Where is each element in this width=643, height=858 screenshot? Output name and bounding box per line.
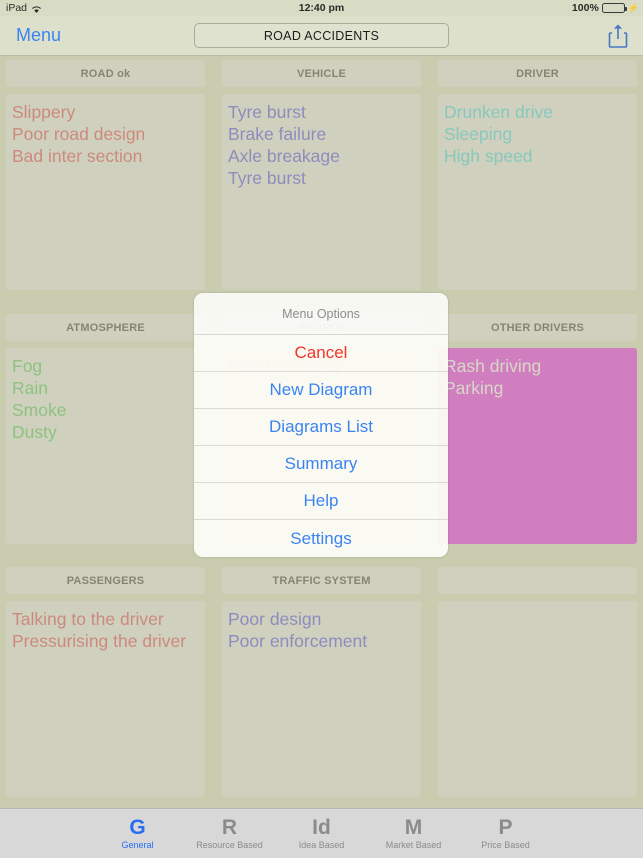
card-item: Slippery: [12, 102, 76, 122]
card-item: Parking: [444, 378, 504, 398]
action-sheet-item-summary[interactable]: Summary: [194, 446, 448, 483]
card-item: Poor enforcement: [228, 631, 368, 651]
card-item: Rain: [12, 378, 48, 398]
battery-percent: 100%: [571, 2, 599, 14]
status-bar-time: 12:40 pm: [298, 2, 345, 14]
card-item: Fog: [12, 356, 43, 376]
card-item: Smoke: [12, 400, 67, 420]
card-item: Talking to the driver: [12, 609, 164, 629]
action-sheet-item-diagrams-list[interactable]: Diagrams List: [194, 409, 448, 446]
tab-label: Idea Based: [298, 840, 345, 850]
card-item: Dusty: [12, 422, 57, 442]
card-title: DRIVER: [438, 60, 637, 87]
card-other-drivers[interactable]: OTHER DRIVERS Rash driving Parking: [438, 314, 637, 544]
nav-bar: Menu ROAD ACCIDENTS: [0, 16, 643, 56]
page-title[interactable]: ROAD ACCIDENTS: [194, 23, 449, 48]
tab-bar: G General R Resource Based Id Idea Based…: [0, 808, 643, 858]
status-bar: iPad 12:40 pm 100% ⚡: [0, 0, 643, 16]
tab-glyph: R: [221, 816, 238, 839]
tab-label: Price Based: [481, 840, 530, 850]
tab-resource-based[interactable]: R Resource Based: [184, 809, 276, 858]
card-item: Bad inter section: [12, 146, 143, 166]
card-body[interactable]: [438, 601, 637, 797]
tab-label: Market Based: [385, 840, 442, 850]
tab-market-based[interactable]: M Market Based: [368, 809, 460, 858]
card-item: Tyre burst: [228, 102, 306, 122]
card-title: ROAD ok: [6, 60, 205, 87]
action-sheet-item-cancel[interactable]: Cancel: [194, 335, 448, 372]
card-item: Brake failure: [228, 124, 327, 144]
card-body[interactable]: Drunken drive Sleeping High speed: [438, 94, 637, 290]
tab-glyph: M: [404, 816, 423, 839]
card-body[interactable]: Fog Rain Smoke Dusty: [6, 348, 205, 544]
tab-label: General: [121, 840, 154, 850]
tab-general[interactable]: G General: [92, 809, 184, 858]
app-root: iPad 12:40 pm 100% ⚡ Menu ROAD ACCIDENTS: [0, 0, 643, 858]
card-item: Poor design: [228, 609, 322, 629]
card-title: VEHICLE: [222, 60, 421, 87]
card-item: High speed: [444, 146, 533, 166]
card-atmosphere[interactable]: ATMOSPHERE Fog Rain Smoke Dusty: [6, 314, 205, 544]
menu-button[interactable]: Menu: [16, 25, 61, 46]
action-sheet-item-help[interactable]: Help: [194, 483, 448, 520]
status-bar-right: 100% ⚡: [572, 2, 639, 14]
tab-idea-based[interactable]: Id Idea Based: [276, 809, 368, 858]
card-item: Pressurising the driver: [12, 631, 187, 651]
tab-glyph: P: [498, 816, 513, 839]
card-body[interactable]: Tyre burst Brake failure Axle breakage T…: [222, 94, 421, 290]
diagram-board: ROAD ok Slippery Poor road design Bad in…: [0, 57, 643, 808]
card-vehicle[interactable]: VEHICLE Tyre burst Brake failure Axle br…: [222, 60, 421, 290]
tab-glyph: Id: [312, 816, 331, 839]
card-title: [438, 567, 637, 594]
action-sheet-item-settings[interactable]: Settings: [194, 520, 448, 557]
card-title: OTHER DRIVERS: [438, 314, 637, 341]
card-body[interactable]: Talking to the driver Pressurising the d…: [6, 601, 205, 797]
lightning-bolt-icon: ⚡: [627, 2, 639, 13]
card-traffic-system[interactable]: TRAFFIC SYSTEM Poor design Poor enforcem…: [222, 567, 421, 797]
card-item: Tyre burst: [228, 168, 306, 188]
card-body[interactable]: Rash driving Parking: [438, 348, 637, 544]
card-item: Axle breakage: [228, 146, 340, 166]
card-road[interactable]: ROAD ok Slippery Poor road design Bad in…: [6, 60, 205, 290]
share-button[interactable]: [607, 23, 629, 49]
card-title: TRAFFIC SYSTEM: [222, 567, 421, 594]
tab-glyph: G: [129, 816, 146, 839]
card-empty[interactable]: [438, 567, 637, 797]
tab-price-based[interactable]: P Price Based: [460, 809, 552, 858]
card-item: Sleeping: [444, 124, 513, 144]
card-title: PASSENGERS: [6, 567, 205, 594]
card-item: Poor road design: [12, 124, 146, 144]
tab-label: Resource Based: [196, 840, 263, 850]
card-title: ATMOSPHERE: [6, 314, 205, 341]
action-sheet-item-new-diagram[interactable]: New Diagram: [194, 372, 448, 409]
card-passengers[interactable]: PASSENGERS Talking to the driver Pressur…: [6, 567, 205, 797]
battery-icon: [601, 3, 627, 13]
card-item: Drunken drive: [444, 102, 553, 122]
card-driver[interactable]: DRIVER Drunken drive Sleeping High speed: [438, 60, 637, 290]
card-body[interactable]: Poor design Poor enforcement: [222, 601, 421, 797]
menu-options-action-sheet: Menu Options Cancel New Diagram Diagrams…: [194, 293, 448, 557]
card-item: Rash driving: [444, 356, 542, 376]
action-sheet-title: Menu Options: [194, 293, 448, 335]
card-body[interactable]: Slippery Poor road design Bad inter sect…: [6, 94, 205, 290]
